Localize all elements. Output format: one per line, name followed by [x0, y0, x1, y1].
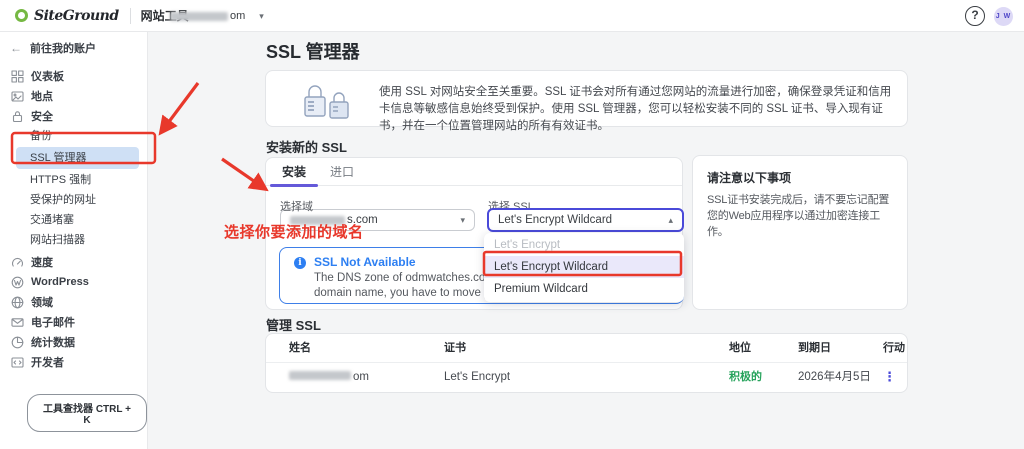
topbar: SiteGround 网站工具 om ▾ ? J W	[0, 0, 1024, 32]
back-to-account-link[interactable]: ← 前往我的账户	[0, 38, 147, 58]
chevron-down-icon: ▾	[259, 10, 264, 21]
topbar-divider	[129, 7, 131, 24]
grid-icon	[11, 69, 24, 83]
table-row-certificate: Let's Encrypt	[444, 371, 511, 383]
sidebar-subitem-ssl-manager[interactable]: SSL 管理器	[16, 147, 139, 169]
column-header-status: 地位	[729, 342, 751, 354]
code-icon	[11, 356, 24, 369]
ssl-selected-value: Let's Encrypt Wildcard	[498, 214, 613, 226]
siteground-logo-text: SiteGround	[34, 7, 119, 24]
note-body: SSL证书安装完成后，请不要忘记配置您的Web应用程序以通过加密连接工作。	[707, 194, 890, 238]
ssl-manager-page: SiteGround 网站工具 om ▾ ? J W ← 前往我的账户 仪表板 …	[0, 0, 1024, 449]
site-icon	[11, 90, 24, 103]
row-actions-menu[interactable]: ⋮	[883, 362, 896, 394]
redacted-domain	[170, 11, 228, 21]
domain-value-suffix: s.com	[347, 214, 378, 226]
sidebar-subitem-site-scanner[interactable]: 网站扫描器	[0, 230, 147, 250]
column-header-action: 行动	[883, 342, 905, 354]
wordpress-icon	[11, 276, 24, 289]
sidebar-item-statistics[interactable]: 统计数据	[0, 332, 147, 352]
redacted-domain	[290, 215, 345, 225]
help-icon[interactable]: ?	[965, 6, 985, 26]
option-lets-encrypt-wildcard[interactable]: Let's Encrypt Wildcard	[484, 256, 684, 278]
tool-finder-button[interactable]: 工具查找器 CTRL + K	[27, 394, 147, 432]
padlocks-illustration-icon	[302, 82, 354, 125]
note-panel: 请注意以下事项 SSL证书安装完成后，请不要忘记配置您的Web应用程序以通过加密…	[692, 155, 908, 310]
tab-import[interactable]: 进口	[318, 158, 366, 185]
sidebar-item-dashboard[interactable]: 仪表板	[0, 66, 147, 86]
column-header-certificate: 证书	[444, 342, 466, 354]
back-arrow-icon: ←	[10, 41, 22, 55]
annotation-arrow-to-domain-select	[221, 157, 269, 192]
sidebar-item-wordpress[interactable]: WordPress	[0, 272, 147, 292]
manage-ssl-table: 姓名 证书 地位 到期日 行动 om Let's Encrypt 积极的 202…	[265, 333, 908, 393]
sidebar-item-domain[interactable]: 领域	[0, 292, 147, 312]
select-domain-label: 选择域	[280, 201, 313, 213]
sidebar-item-email[interactable]: 电子邮件	[0, 312, 147, 332]
chevron-up-icon: ▴	[668, 214, 673, 225]
stats-icon	[11, 336, 24, 349]
sidebar-item-developer[interactable]: 开发者	[0, 352, 147, 372]
ssl-options-listbox: Let's Encrypt Let's Encrypt Wildcard Pre…	[484, 233, 684, 302]
avatar[interactable]: J W	[994, 7, 1013, 26]
lock-icon	[11, 110, 24, 123]
page-title: SSL 管理器	[266, 42, 360, 62]
select-ssl-dropdown[interactable]: Let's Encrypt Wildcard ▴	[487, 208, 684, 232]
sidebar-item-site[interactable]: 地点	[0, 86, 147, 106]
table-row-name: om	[289, 362, 369, 394]
install-ssl-heading: 安装新的 SSL	[266, 140, 347, 155]
install-tabs: 安装 进口	[266, 158, 682, 187]
alert-title: SSL Not Available	[314, 255, 416, 269]
sidebar-item-speed[interactable]: 速度	[0, 252, 147, 272]
redacted-domain	[289, 371, 351, 380]
annotation-arrow-to-sidebar	[158, 82, 200, 136]
sidebar-subitem-https-enforce[interactable]: HTTPS 强制	[0, 170, 147, 190]
site-domain-selector[interactable]: om ▾	[170, 0, 265, 32]
siteground-logo[interactable]: SiteGround	[15, 8, 119, 24]
manage-ssl-heading: 管理 SSL	[266, 318, 321, 333]
column-header-expiry: 到期日	[798, 342, 831, 354]
sidebar-subitem-protected-urls[interactable]: 受保护的网址	[0, 190, 147, 210]
ssl-intro-text: 使用 SSL 对网站安全至关重要。SSL 证书会对所有通过您网站的流量进行加密，…	[379, 86, 892, 132]
option-premium-wildcard[interactable]: Premium Wildcard	[484, 278, 684, 300]
ssl-intro-card: 使用 SSL 对网站安全至关重要。SSL 证书会对所有通过您网站的流量进行加密，…	[265, 70, 908, 132]
chevron-down-icon: ▾	[460, 214, 465, 225]
sidebar-subitem-blocked-traffic[interactable]: 交通堵塞	[0, 210, 147, 230]
sidebar: ← 前往我的账户 仪表板 地点 安全 备份 SSL 管理器 HTTPS 强制 受…	[0, 32, 148, 449]
status-badge: 积极的	[729, 371, 762, 383]
domain-suffix: om	[230, 10, 246, 22]
sidebar-subitem-backups[interactable]: 备份	[0, 126, 147, 146]
option-lets-encrypt[interactable]: Let's Encrypt	[484, 234, 684, 256]
mail-icon	[11, 316, 24, 329]
kebab-menu-icon: ⋮	[883, 369, 896, 384]
siteground-logo-icon	[15, 9, 28, 22]
info-icon: i	[294, 257, 306, 269]
speed-icon	[11, 256, 24, 269]
note-title: 请注意以下事项	[707, 171, 792, 185]
globe-icon	[11, 296, 24, 309]
install-ssl-card: 安装 进口 选择域 s.com ▾ 选择 SSL Let's Encrypt W…	[265, 157, 684, 310]
column-header-name: 姓名	[289, 342, 311, 354]
table-row-expiry: 2026年4月5日	[798, 371, 871, 383]
back-label: 前往我的账户	[30, 43, 96, 55]
sidebar-item-security[interactable]: 安全	[0, 106, 147, 126]
tab-install[interactable]: 安装	[270, 158, 319, 187]
